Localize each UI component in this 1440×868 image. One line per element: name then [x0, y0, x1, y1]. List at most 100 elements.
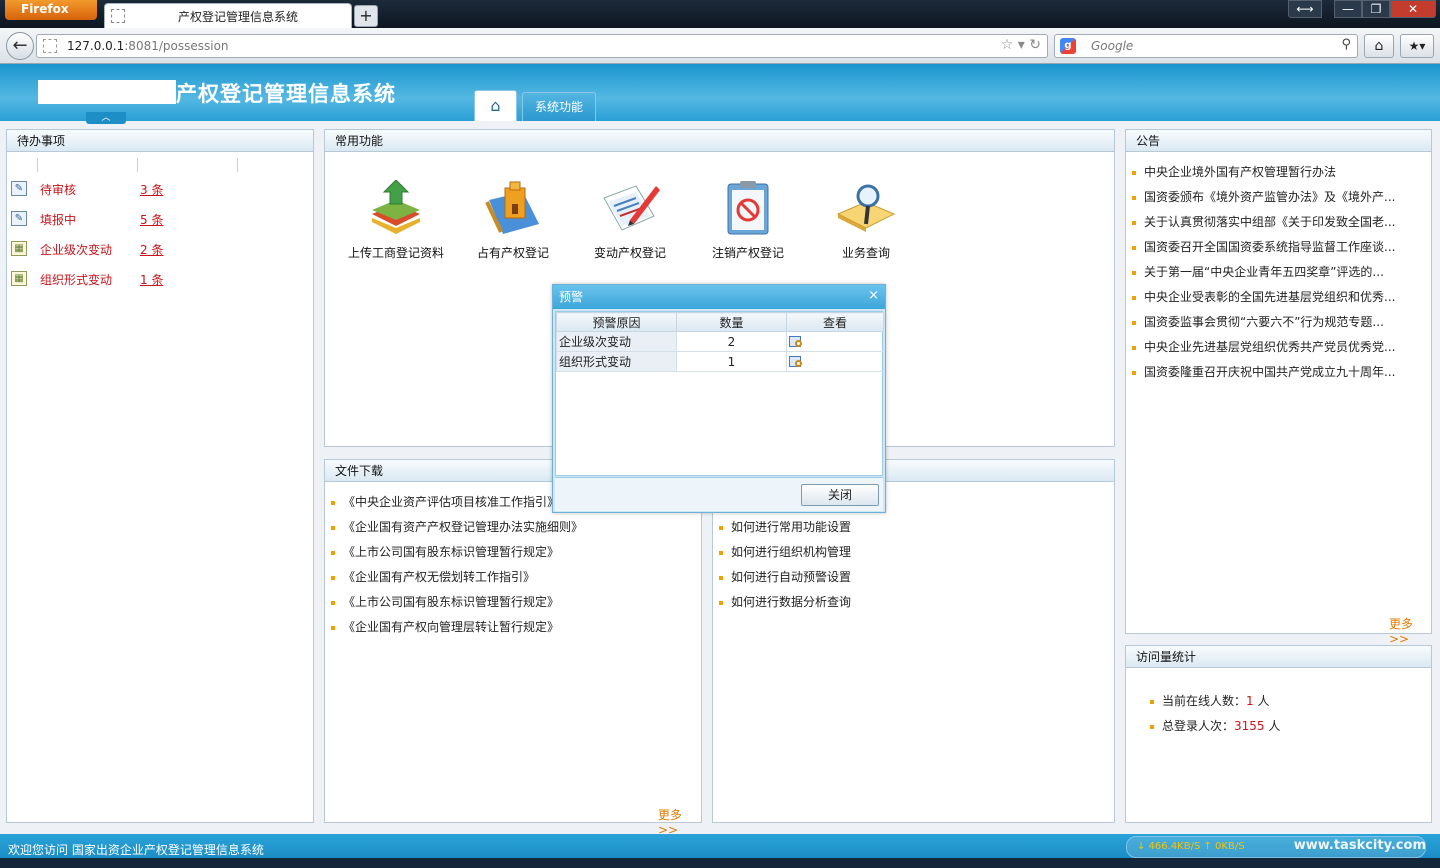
search-icon[interactable]: ⚲ — [1341, 37, 1351, 52]
warning-count: 2 — [676, 331, 787, 352]
todo-item-label[interactable]: 企业级次变动 — [40, 241, 112, 258]
back-button[interactable]: ← — [6, 32, 34, 60]
cancel-clipboard-icon — [718, 180, 778, 236]
google-icon[interactable]: g — [1060, 38, 1076, 54]
common-functions-title: 常用功能 — [325, 130, 1114, 152]
bookmark-star-icon[interactable]: ☆ ▾ ↻ — [1001, 37, 1041, 53]
close-window-button[interactable]: ✕ — [1390, 0, 1436, 18]
search-input[interactable]: Google — [1091, 39, 1133, 53]
list-item[interactable]: 中央企业境外国有产权管理暂行办法 — [1132, 163, 1336, 180]
column-header: 查看 — [786, 312, 884, 332]
list-item[interactable]: 国资委颁布《境外资产监管办法》及《境外产... — [1132, 188, 1395, 205]
bullet — [719, 575, 723, 580]
app-header: 产权登记管理信息系统 ︿ ⌂ 系统功能 — [0, 64, 1440, 124]
todo-item[interactable]: ▦ 企业级次变动 2 条 — [7, 239, 307, 259]
function-label: 上传工商登记资料 — [347, 246, 444, 260]
function-upload-business-registration[interactable]: 上传工商登记资料 — [341, 179, 451, 261]
dialog-title: 预警 — [559, 290, 584, 304]
new-tab-button[interactable]: + — [354, 5, 378, 27]
function-label: 变动产权登记 — [593, 246, 666, 260]
list-item[interactable]: 中央企业受表彰的全国先进基层党组织和优秀... — [1132, 288, 1395, 305]
todo-panel-title: 待办事项 — [7, 130, 313, 152]
list-item[interactable]: 如何进行常用功能设置 — [719, 518, 851, 535]
bullet — [331, 550, 335, 555]
table-header-row: 预警原因 数量 查看 — [556, 312, 884, 332]
file-download-panel: 文件下载 《中央企业资产评估项目核准工作指引》 《企业国有资产产权登记管理办法实… — [324, 459, 702, 837]
todo-item-count[interactable]: 5 条 — [140, 211, 163, 228]
function-possession-registration[interactable]: 占有产权登记 — [458, 180, 568, 261]
more-link[interactable]: 更多>> — [658, 806, 701, 837]
divider — [137, 158, 138, 172]
site-identity-icon[interactable] — [43, 39, 57, 53]
warning-reason: 组织形式变动 — [556, 351, 677, 372]
function-cancel-registration[interactable]: 注销产权登记 — [693, 180, 803, 261]
search-bar[interactable]: g Google ⚲ — [1054, 34, 1358, 58]
bullet — [1132, 245, 1136, 250]
documents-pen-icon — [600, 180, 660, 236]
restore-size-icon[interactable]: ⟷ — [1288, 0, 1322, 18]
bookmarks-button[interactable]: ★▾ — [1400, 34, 1434, 58]
list-item[interactable]: 《中央企业资产评估项目核准工作指引》 — [331, 493, 559, 510]
list-item[interactable]: 《企业国有产权无偿划转工作指引》 — [331, 568, 535, 585]
list-item[interactable]: 国资委隆重召开庆祝中国共产党成立九十周年... — [1132, 363, 1395, 380]
url-bar[interactable]: 127.0.0.1:8081/possession ☆ ▾ ↻ — [36, 34, 1048, 58]
todo-item-label[interactable]: 填报中 — [40, 211, 76, 228]
table-row: 组织形式变动 1 — [556, 351, 884, 372]
home-button[interactable]: ⌂ — [1364, 34, 1394, 58]
list-item[interactable]: 国资委监事会贯彻“六要六不”行为规范专题... — [1132, 313, 1384, 330]
divider — [37, 158, 38, 172]
todo-item[interactable]: ✎ 填报中 5 条 — [7, 209, 307, 229]
status-text: 欢迎您访问 国家出资企业产权登记管理信息系统 — [8, 843, 264, 857]
more-link[interactable]: 更多>> — [1389, 615, 1431, 646]
todo-item-count[interactable]: 3 条 — [140, 181, 163, 198]
collapse-header-button[interactable]: ︿ — [86, 112, 126, 124]
list-item[interactable]: 《企业国有产权向管理层转让暂行规定》 — [331, 618, 559, 635]
bullet — [331, 500, 335, 505]
tab-home[interactable]: ⌂ — [474, 90, 517, 121]
column-header: 预警原因 — [556, 312, 677, 332]
firefox-menu-button[interactable]: Firefox — [5, 0, 97, 20]
bullet — [331, 600, 335, 605]
browser-tab[interactable]: 产权登记管理信息系统 — [104, 3, 352, 28]
list-item[interactable]: 如何进行组织机构管理 — [719, 543, 851, 560]
url-text: 127.0.0.1:8081/possession — [67, 39, 229, 53]
list-item[interactable]: 关于第一届“中央企业青年五四奖章”评选的... — [1132, 263, 1384, 280]
maximize-button[interactable]: ❐ — [1362, 0, 1390, 18]
list-item[interactable]: 中央企业先进基层党组织优秀共产党员优秀党... — [1132, 338, 1395, 355]
todo-item[interactable]: ▦ 组织形式变动 1 条 — [7, 269, 307, 289]
todo-item-label[interactable]: 待审核 — [40, 181, 76, 198]
column-header: 数量 — [676, 312, 787, 332]
function-change-registration[interactable]: 变动产权登记 — [575, 180, 685, 261]
list-item[interactable]: 国资委召开全国国资委系统指导监督工作座谈... — [1132, 238, 1395, 255]
list-item[interactable]: 《上市公司国有股东标识管理暂行规定》 — [331, 543, 559, 560]
upload-books-icon — [366, 179, 426, 236]
visit-stats-title: 访问量统计 — [1126, 646, 1431, 668]
bullet — [1132, 270, 1136, 275]
function-business-query[interactable]: 业务查询 — [811, 180, 921, 261]
list-item[interactable]: 如何进行数据分析查询 — [719, 593, 851, 610]
list-item[interactable]: 如何进行自动预警设置 — [719, 568, 851, 585]
close-icon[interactable]: × — [868, 289, 879, 303]
app-title: 产权登记管理信息系统 — [176, 82, 396, 106]
calendar-icon: ▦ — [11, 241, 27, 256]
bullet — [1132, 345, 1136, 350]
tab-title: 产权登记管理信息系统 — [177, 10, 298, 24]
bullet — [331, 525, 335, 530]
todo-item[interactable]: ✎ 待审核 3 条 — [7, 179, 307, 199]
close-button[interactable]: 关闭 — [801, 484, 879, 506]
view-detail-icon[interactable] — [789, 355, 805, 369]
edit-icon: ✎ — [11, 181, 27, 196]
list-item[interactable]: 《上市公司国有股东标识管理暂行规定》 — [331, 593, 559, 610]
view-detail-icon[interactable] — [789, 335, 805, 349]
list-item[interactable]: 关于认真贯彻落实中组部《关于印发致全国老... — [1132, 213, 1395, 230]
list-item[interactable]: 《企业国有资产产权登记管理办法实施细则》 — [331, 518, 583, 535]
todo-item-count[interactable]: 2 条 — [140, 241, 163, 258]
minimize-button[interactable]: — — [1334, 0, 1362, 18]
search-book-icon — [836, 180, 896, 236]
todo-item-label[interactable]: 组织形式变动 — [40, 271, 112, 288]
logo — [38, 80, 176, 104]
tab-system-functions[interactable]: 系统功能 — [522, 92, 596, 121]
todo-item-count[interactable]: 1 条 — [140, 271, 163, 288]
dialog-titlebar[interactable]: 预警 × — [553, 285, 885, 309]
notice-panel-title: 公告 — [1126, 130, 1431, 152]
